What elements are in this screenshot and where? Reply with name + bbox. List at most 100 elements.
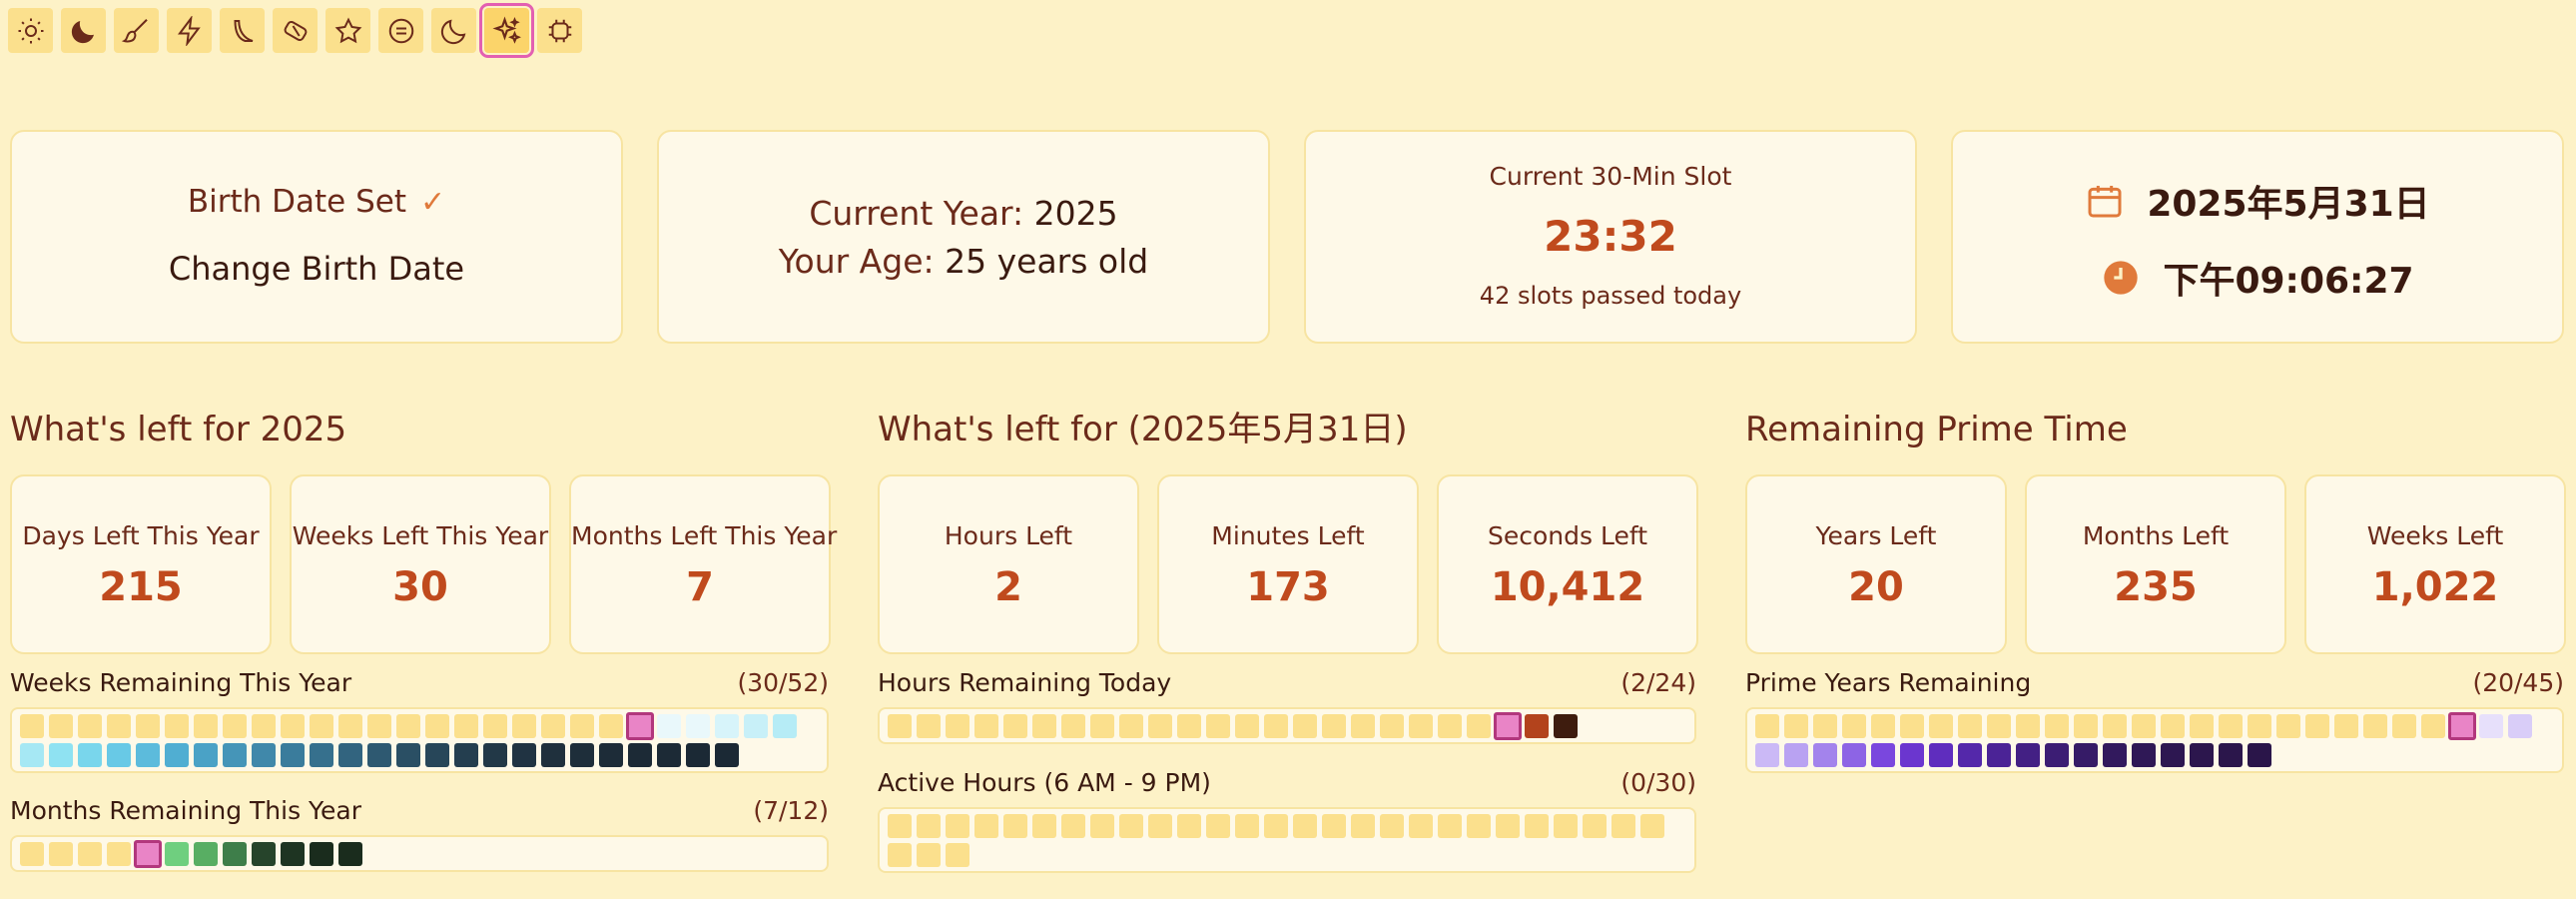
chip-icon[interactable]: [537, 8, 582, 53]
stat-label: Months Left: [2082, 521, 2230, 550]
passed-square: [107, 842, 131, 866]
remaining-square: [2479, 714, 2503, 738]
remaining-square: [686, 714, 710, 738]
passed-square: [1987, 714, 2011, 738]
stat-card: Weeks Left This Year 30: [290, 474, 551, 654]
remaining-square: [628, 743, 652, 767]
remaining-square: [512, 743, 536, 767]
passed-square: [1148, 814, 1172, 838]
passed-square: [1177, 714, 1201, 738]
passed-square: [946, 814, 969, 838]
remaining-square: [2103, 743, 2127, 767]
passed-square: [1351, 814, 1375, 838]
passed-square: [1032, 714, 1056, 738]
lightning-icon[interactable]: [167, 8, 212, 53]
stat-card: Months Left This Year 7: [569, 474, 837, 654]
passed-square: [1958, 714, 1982, 738]
stat-card: Months Left 235: [2025, 474, 2286, 654]
passed-square: [1525, 814, 1549, 838]
brush-icon[interactable]: [114, 8, 159, 53]
eraser-icon[interactable]: [273, 8, 318, 53]
birth-date-card[interactable]: Birth Date Set ✓ Change Birth Date: [10, 130, 623, 344]
remaining-square: [2508, 714, 2532, 738]
passed-square: [1496, 814, 1520, 838]
passed-square: [2276, 714, 2300, 738]
hours-grid-block: Hours Remaining Today (2/24): [878, 667, 1696, 744]
prime-years-grid-block: Prime Years Remaining (20/45): [1745, 667, 2564, 773]
star-icon[interactable]: [325, 8, 370, 53]
passed-square: [1206, 714, 1230, 738]
date-row: 2025年5月31日: [1953, 175, 2562, 227]
remaining-square: [1784, 743, 1808, 767]
remaining-square: [1987, 743, 2011, 767]
passed-square: [512, 714, 536, 738]
passed-square: [20, 714, 44, 738]
passed-square: [1640, 814, 1664, 838]
stat-label: Hours Left: [944, 521, 1073, 550]
passed-square: [974, 814, 998, 838]
minus-circle-icon[interactable]: [378, 8, 423, 53]
current-square: [1494, 712, 1522, 740]
stat-value: 20: [1848, 564, 1904, 610]
section-title: What's left for (2025年5月31日): [878, 410, 1408, 450]
passed-square: [1177, 814, 1201, 838]
remaining-square: [2045, 743, 2069, 767]
remaining-square: [1525, 714, 1549, 738]
passed-square: [2219, 714, 2243, 738]
passed-square: [1235, 814, 1259, 838]
stat-value: 215: [99, 564, 183, 610]
moon-filled-icon[interactable]: [61, 8, 106, 53]
hours-grid: [878, 707, 1696, 744]
blade-icon[interactable]: [220, 8, 265, 53]
section-title: Remaining Prime Time: [1745, 410, 2128, 450]
sparkles-icon[interactable]: [479, 3, 534, 58]
passed-square: [1061, 814, 1085, 838]
remaining-square: [570, 743, 594, 767]
passed-square: [2392, 714, 2416, 738]
passed-square: [1554, 814, 1578, 838]
stat-value: 1,022: [2371, 564, 2499, 610]
passed-square: [2248, 714, 2271, 738]
passed-square: [1380, 814, 1404, 838]
remaining-square: [1900, 743, 1924, 767]
remaining-square: [715, 714, 739, 738]
grid-label: Active Hours (6 AM - 9 PM): [878, 768, 1211, 797]
change-birth-date-button[interactable]: Change Birth Date: [12, 250, 621, 288]
datetime-card: 2025年5月31日 下午09:06:27: [1951, 130, 2564, 344]
passed-square: [396, 714, 420, 738]
active-hours-grid-block: Active Hours (6 AM - 9 PM) (0/30): [878, 767, 1696, 873]
active-hours-grid: [878, 807, 1696, 873]
remaining-square: [1813, 743, 1837, 767]
remaining-square: [338, 743, 362, 767]
passed-square: [2016, 714, 2040, 738]
summary-cards: Birth Date Set ✓ Change Birth Date Curren…: [10, 130, 2566, 346]
passed-square: [107, 714, 131, 738]
stat-value: 2: [994, 564, 1022, 610]
passed-square: [1409, 714, 1433, 738]
stat-value: 7: [686, 564, 714, 610]
remaining-square: [20, 743, 44, 767]
remaining-square: [744, 714, 768, 738]
current-date: 2025年5月31日: [2147, 184, 2430, 225]
passed-square: [888, 814, 912, 838]
passed-square: [2363, 714, 2387, 738]
prime-section: Remaining Prime Time Years Left 20 Month…: [1745, 405, 2572, 773]
passed-square: [917, 714, 941, 738]
passed-square: [1061, 714, 1085, 738]
remaining-square: [78, 743, 102, 767]
current-time: 下午09:06:27: [2163, 261, 2414, 302]
remaining-square: [223, 743, 247, 767]
passed-square: [1409, 814, 1433, 838]
stat-value: 173: [1246, 564, 1330, 610]
passed-square: [2421, 714, 2445, 738]
moon-outline-icon[interactable]: [431, 8, 476, 53]
remaining-square: [338, 842, 362, 866]
remaining-square: [252, 743, 276, 767]
stat-value: 10,412: [1490, 564, 1645, 610]
birth-date-status: Birth Date Set ✓: [187, 184, 446, 220]
check-icon: ✓: [420, 185, 446, 220]
sun-icon[interactable]: [8, 8, 53, 53]
remaining-square: [310, 743, 333, 767]
passed-square: [1032, 814, 1056, 838]
remaining-square: [2016, 743, 2040, 767]
